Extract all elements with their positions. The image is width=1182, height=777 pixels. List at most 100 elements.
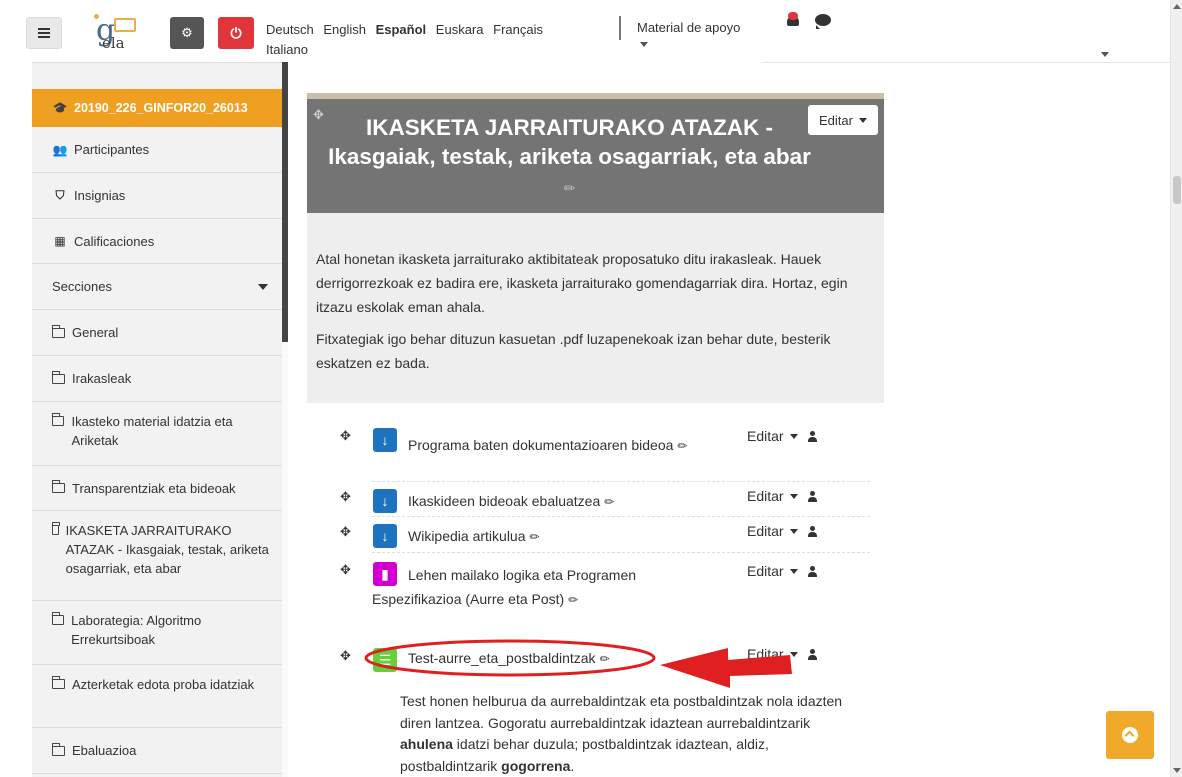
back-to-top-button[interactable] xyxy=(1106,711,1154,759)
power-icon: ⏻ xyxy=(230,24,242,41)
user-menu-chevron-icon[interactable] xyxy=(1101,52,1109,57)
user-icon[interactable] xyxy=(807,430,817,442)
drawer-badges[interactable]: ⛉ Insignias xyxy=(32,173,282,219)
activity-edit-button[interactable]: Editar xyxy=(747,488,817,504)
activity-link[interactable]: Ikaskideen bideoak ebaluatzea ✏ xyxy=(372,489,692,514)
shield-icon: ⛉ xyxy=(55,188,65,202)
drawer-section-2[interactable]: Ikasteko material idatzia eta Ariketak xyxy=(32,402,282,466)
drawer-grades[interactable]: ▦ Calificaciones xyxy=(32,219,282,264)
site-logo[interactable]: g ela xyxy=(92,14,152,56)
drawer-participants[interactable]: 👥 Participantes xyxy=(32,127,282,173)
activity-link[interactable]: Wikipedia artikulua ✏ xyxy=(372,524,692,549)
drawer-sections-label: Secciones xyxy=(52,279,112,294)
quiz-description: Test honen helburua da aurrebaldintzak e… xyxy=(400,691,860,777)
pencil-icon[interactable]: ✏ xyxy=(677,439,687,453)
users-icon: 👥 xyxy=(52,142,68,157)
assignment-icon: ↓ xyxy=(373,428,397,452)
activity-item: ✥ Programa baten dokumentazioaren bideoa… xyxy=(340,424,870,480)
drawer-section-label: IKASKETA JARRAITURAKO ATAZAK - Ikasgaiak… xyxy=(65,523,269,576)
scroll-thumb[interactable] xyxy=(1173,176,1181,204)
folder-icon xyxy=(51,413,65,426)
messages-chat-icon[interactable] xyxy=(815,14,831,29)
user-icon[interactable] xyxy=(807,490,817,502)
activity-edit-button[interactable]: Editar xyxy=(747,563,817,579)
drawer-section-5[interactable]: Laborategia: Algoritmo Errekurtsiboak xyxy=(32,601,282,665)
user-icon[interactable] xyxy=(807,565,817,577)
move-icon[interactable]: ✥ xyxy=(313,107,324,123)
activity-edit-button[interactable]: Editar xyxy=(747,646,817,662)
lang-eu[interactable]: Euskara xyxy=(436,22,484,37)
edit-label: Editar xyxy=(747,428,784,444)
drawer-scroll-thumb[interactable] xyxy=(282,62,288,342)
move-icon[interactable]: ✥ xyxy=(340,562,351,578)
activity-item: ✥ Test-aurre_eta_postbaldintzak ✏ ☰ Edit… xyxy=(340,644,870,676)
lang-en[interactable]: English xyxy=(323,22,366,37)
activity-link[interactable]: Lehen mailako logika eta Programen Espez… xyxy=(372,563,662,612)
lang-fr[interactable]: Français xyxy=(493,22,543,37)
drawer-section-0[interactable]: General xyxy=(32,310,282,356)
drawer-section-4[interactable]: IKASKETA JARRAITURAKO ATAZAK - Ikasgaiak… xyxy=(32,511,282,601)
table-icon: ▦ xyxy=(54,234,66,248)
pencil-icon[interactable]: ✏ xyxy=(604,495,614,509)
drawer-sections-toggle[interactable]: Secciones xyxy=(32,264,282,310)
settings-button[interactable]: ⚙ xyxy=(170,17,204,49)
drawer-section-7[interactable]: Ebaluazioa xyxy=(32,728,282,774)
activity-name: Lehen mailako logika eta Programen Espez… xyxy=(372,567,637,607)
lang-es[interactable]: Español xyxy=(376,22,427,37)
activity-separator xyxy=(372,481,870,482)
move-icon[interactable]: ✥ xyxy=(340,428,351,444)
activity-edit-button[interactable]: Editar xyxy=(747,428,817,444)
drawer-section-label: Ikasteko material idatzia eta Ariketak xyxy=(71,414,233,448)
desc-bold: ahulena xyxy=(400,736,453,752)
desc-bold: gogorrena xyxy=(501,757,571,774)
logo-screen-icon xyxy=(114,18,136,32)
logo-text: ela xyxy=(102,34,125,52)
activity-edit-button[interactable]: Editar xyxy=(747,523,817,539)
graduation-cap-icon: 🎓 xyxy=(52,101,68,115)
chevron-down-icon[interactable] xyxy=(640,42,648,47)
folder-icon xyxy=(51,522,60,535)
desc-text: idatzi behar duzula; postbaldintzak idaz… xyxy=(400,736,769,774)
nav-drawer: 🎓 20190_226_GINFOR20_26013 👥 Participant… xyxy=(32,62,282,777)
drawer-toggle-button[interactable] xyxy=(26,17,62,49)
user-icon[interactable] xyxy=(807,648,817,660)
desc-text: . xyxy=(570,757,575,774)
drawer-badges-label: Insignias xyxy=(74,188,126,203)
logout-button[interactable]: ⏻ xyxy=(218,17,254,49)
chevron-down-icon xyxy=(789,568,798,574)
scroll-up-icon[interactable] xyxy=(1173,4,1181,9)
notifications-bell-icon[interactable] xyxy=(785,12,801,28)
chevron-down-icon xyxy=(258,284,268,290)
user-icon[interactable] xyxy=(807,525,817,537)
drawer-section-1[interactable]: Irakasleak xyxy=(32,356,282,402)
move-icon[interactable]: ✥ xyxy=(340,648,351,664)
language-menu: Deutsch English Español Euskara Français… xyxy=(266,20,586,60)
activity-link[interactable]: Programa baten dokumentazioaren bideoa ✏ xyxy=(372,433,692,458)
assignment-icon: ↓ xyxy=(373,489,397,513)
quiz-icon: ☰ xyxy=(373,648,397,672)
drawer-participants-label: Participantes xyxy=(74,142,150,157)
move-icon[interactable]: ✥ xyxy=(340,524,351,540)
lang-de[interactable]: Deutsch xyxy=(266,22,314,37)
pencil-icon[interactable]: ✏ xyxy=(564,180,576,196)
drawer-section-3[interactable]: Transparentziak eta bideoak xyxy=(32,466,282,511)
section-title: IKASKETA JARRAITURAKO ATAZAK - Ikasgaiak… xyxy=(327,113,812,203)
pencil-icon[interactable]: ✏ xyxy=(599,652,609,666)
pencil-icon[interactable]: ✏ xyxy=(568,593,578,607)
scroll-down-icon[interactable] xyxy=(1173,768,1181,773)
drawer-section-6[interactable]: Azterketak edota proba idatziak xyxy=(32,665,282,728)
section-edit-button[interactable]: Editar xyxy=(808,105,878,135)
activity-item: ✥ Ikaskideen bideoak ebaluatzea ✏ ↓ Edit… xyxy=(340,485,870,517)
drawer-course-link[interactable]: 🎓 20190_226_GINFOR20_26013 xyxy=(32,89,282,127)
navbar-bottom-border xyxy=(762,62,1170,63)
activity-link[interactable]: Test-aurre_eta_postbaldintzak ✏ xyxy=(372,646,692,671)
support-menu[interactable]: Material de apoyo xyxy=(637,20,740,35)
pencil-icon[interactable]: ✏ xyxy=(529,530,539,544)
section-summary: Atal honetan ikasketa jarraiturako aktib… xyxy=(307,213,884,403)
section-title-text: IKASKETA JARRAITURAKO ATAZAK - Ikasgaiak… xyxy=(328,115,811,169)
chevron-up-icon xyxy=(1122,727,1138,743)
move-icon[interactable]: ✥ xyxy=(340,489,351,505)
page-scrollbar[interactable] xyxy=(1170,0,1182,777)
lang-it[interactable]: Italiano xyxy=(266,42,308,57)
activity-item: ✥ Lehen mailako logika eta Programen Esp… xyxy=(340,558,870,638)
